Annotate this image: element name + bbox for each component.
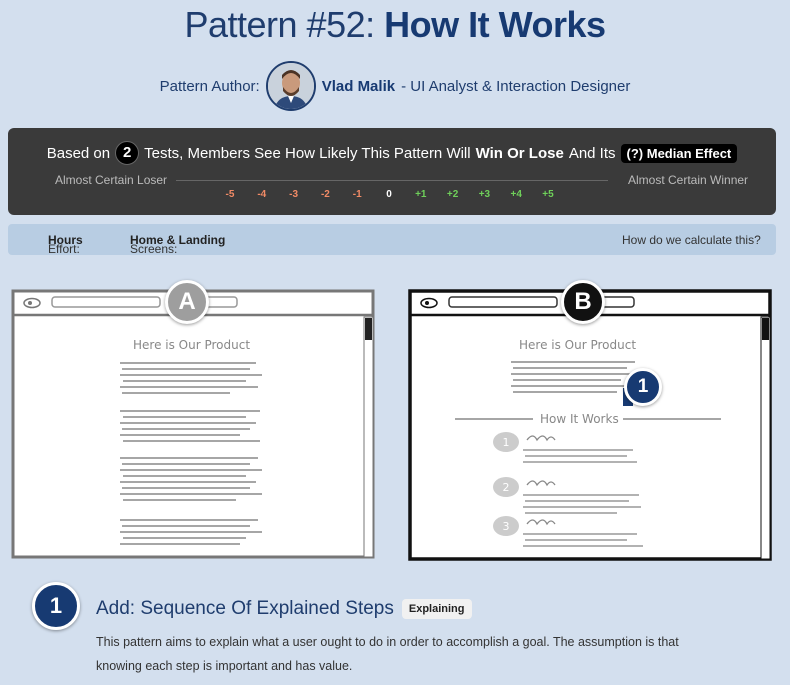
variant-b-heading: Here is Our Product (519, 338, 636, 352)
variant-b-change-marker[interactable]: 1 (624, 368, 662, 406)
author-row: Pattern Author: Vlad Malik - UI Analyst … (0, 60, 790, 112)
scale-tick: -3 (289, 189, 299, 200)
variant-a-sketch: Here is Our Product A (10, 280, 378, 560)
variant-b-section-heading: How It Works (540, 412, 619, 426)
screens-info: Screens: Home & Landing (130, 233, 225, 256)
avatar-portrait-icon (267, 63, 314, 109)
test-count-badge: 2 (115, 141, 140, 165)
meta-bar: Effort: Hours Screens: Home & Landing Ho… (8, 224, 776, 256)
scale-tick: -1 (352, 189, 362, 200)
scale-tick: -5 (225, 189, 235, 200)
variant-a-badge: A (165, 280, 209, 324)
title-prefix: Pattern #52: (184, 4, 375, 45)
effort-info: Effort: Hours (48, 233, 83, 256)
step-1-label: 1 (503, 436, 510, 449)
effect-heading: Based on 2 Tests, Members See How Likely… (8, 141, 776, 165)
author-role: - UI Analyst & Interaction Designer (401, 77, 631, 95)
scale-ticks: -5 -4 -3 -2 -1 0 +1 +2 +3 +4 +5 (218, 189, 578, 203)
scale-tick: 0 (386, 189, 392, 200)
title-name: How It Works (384, 4, 606, 45)
scale-right-label: Almost Certain Winner (628, 173, 749, 187)
scale-tick: +1 (415, 189, 427, 200)
variant-a-heading: Here is Our Product (133, 338, 250, 352)
page-title: Pattern #52: How It Works (0, 4, 790, 46)
change-description: This pattern aims to explain what a user… (96, 635, 679, 673)
change-title: Add: Sequence Of Explained Steps (96, 598, 394, 619)
author-name[interactable]: Vlad Malik (322, 78, 395, 95)
scale-tick: -2 (320, 189, 330, 200)
variant-b-wireframe: Here is Our Product How It Works 1 2 3 (408, 289, 772, 561)
screens-label: Screens: (130, 242, 178, 256)
change-number-badge: 1 (32, 582, 80, 630)
scale-tick: +5 (542, 189, 554, 200)
variant-a-wireframe: Here is Our Product (11, 289, 375, 559)
avatar[interactable] (265, 61, 316, 111)
variant-b-sketch: Here is Our Product How It Works 1 2 3 B… (407, 280, 775, 566)
effect-text-middle: Tests, Members See How Likely This Patte… (144, 144, 471, 162)
effort-label: Effort: (48, 242, 80, 256)
change-title-row: Add: Sequence Of Explained Steps Explain… (96, 598, 472, 620)
author-label: Pattern Author: (159, 77, 260, 95)
scale-tick: +2 (446, 189, 459, 200)
effect-panel: Based on 2 Tests, Members See How Likely… (8, 128, 776, 215)
step-2-label: 2 (503, 481, 510, 494)
effect-text-win-lose: Win Or Lose (475, 144, 564, 162)
calc-link[interactable]: How do we calculate this? (622, 233, 761, 247)
effect-text-and-its: And Its (568, 144, 616, 162)
effect-text-based-on: Based on (46, 144, 111, 162)
change-tag[interactable]: Explaining (401, 599, 472, 619)
median-effect-button[interactable]: (?) Median Effect (620, 143, 738, 163)
step-3-label: 3 (503, 520, 510, 533)
scale-tick: +3 (478, 189, 491, 200)
variant-b-badge: B (561, 280, 605, 324)
scale-tick: +4 (510, 189, 522, 200)
scale-tick: -4 (257, 189, 267, 200)
scale-left-label: Almost Certain Loser (55, 173, 168, 187)
scale-line (176, 180, 608, 181)
